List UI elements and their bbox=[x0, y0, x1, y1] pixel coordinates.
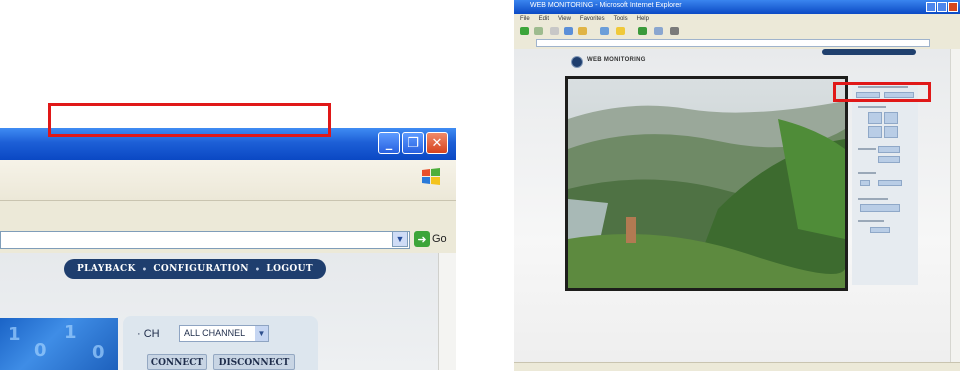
window-controls bbox=[926, 2, 958, 12]
windows-logo-icon bbox=[422, 168, 440, 185]
control-button[interactable] bbox=[860, 204, 900, 212]
window-title-bar: WEB MONITORING - Microsoft Internet Expl… bbox=[514, 0, 960, 14]
highlight-box-navigation bbox=[48, 103, 331, 137]
panel-line bbox=[858, 220, 884, 222]
nav-separator: • bbox=[141, 264, 148, 274]
forward-icon[interactable] bbox=[534, 27, 543, 35]
video-preview: 1 0 1 0 bbox=[0, 318, 118, 370]
logo-icon bbox=[571, 56, 583, 68]
restore-button[interactable] bbox=[937, 2, 947, 12]
print-icon[interactable] bbox=[670, 27, 679, 35]
menu-view[interactable]: View bbox=[558, 14, 571, 24]
restore-button[interactable]: ❐ bbox=[402, 132, 424, 154]
window-title: WEB MONITORING - Microsoft Internet Expl… bbox=[530, 2, 682, 9]
menu-help[interactable]: Help bbox=[637, 14, 649, 24]
video-digit: 1 bbox=[64, 322, 77, 343]
top-navigation: PLAYBACK • CONFIGURATION • LOGOUT bbox=[64, 259, 326, 279]
menu-file[interactable]: File bbox=[520, 14, 530, 24]
address-input[interactable] bbox=[0, 231, 410, 249]
control-button[interactable] bbox=[878, 156, 900, 163]
nav-playback[interactable]: PLAYBACK bbox=[77, 264, 136, 274]
panel-line bbox=[858, 148, 876, 150]
toolbar bbox=[514, 24, 960, 39]
control-button[interactable] bbox=[860, 180, 870, 186]
address-bar-row: ▼ ➜ Go bbox=[0, 229, 456, 253]
control-button[interactable] bbox=[878, 180, 902, 186]
menu-bar bbox=[0, 160, 456, 201]
nav-separator: • bbox=[254, 264, 261, 274]
control-side-panel bbox=[852, 80, 918, 285]
close-button[interactable] bbox=[948, 2, 958, 12]
chevron-down-icon[interactable]: ▼ bbox=[255, 326, 268, 341]
disconnect-button[interactable]: DISCONNECT bbox=[213, 354, 295, 370]
control-button[interactable] bbox=[878, 146, 900, 153]
highlight-box-connect bbox=[833, 82, 931, 102]
video-digit: 0 bbox=[34, 340, 47, 361]
ptz-pad[interactable] bbox=[868, 126, 882, 138]
menu-tools[interactable]: Tools bbox=[614, 14, 628, 24]
nav-logout[interactable]: LOGOUT bbox=[266, 264, 313, 274]
go-button[interactable]: ➜ Go bbox=[414, 231, 447, 247]
control-button[interactable] bbox=[870, 227, 890, 233]
channel-control-panel: · CH ALL CHANNEL ▼ CONNECT DISCONNECT bbox=[123, 316, 318, 370]
home-icon[interactable] bbox=[578, 27, 587, 35]
ptz-pad[interactable] bbox=[868, 112, 882, 124]
video-digit: 0 bbox=[92, 342, 105, 363]
menu-edit[interactable]: Edit bbox=[539, 14, 549, 24]
channel-label: · CH bbox=[137, 328, 160, 340]
favorites-icon[interactable] bbox=[616, 27, 625, 35]
menu-bar: File Edit View Favorites Tools Help bbox=[514, 14, 960, 24]
ptz-pad[interactable] bbox=[884, 112, 898, 124]
panel-line bbox=[858, 106, 886, 108]
scrollbar[interactable] bbox=[950, 49, 960, 370]
panel-line bbox=[858, 172, 876, 174]
panel-line bbox=[858, 198, 888, 200]
video-digit: 1 bbox=[8, 324, 21, 345]
scrollbar[interactable] bbox=[438, 253, 456, 370]
stop-icon[interactable] bbox=[550, 27, 559, 35]
zoomed-browser-crop: _ ❐ ✕ ▼ ➜ Go PLAYBACK • CONFIGURATION • … bbox=[0, 128, 456, 370]
search-icon[interactable] bbox=[600, 27, 609, 35]
menu-favorites[interactable]: Favorites bbox=[580, 14, 605, 24]
address-bar-row bbox=[514, 38, 960, 49]
close-button[interactable]: ✕ bbox=[426, 132, 448, 154]
history-icon[interactable] bbox=[638, 27, 647, 35]
chevron-down-icon[interactable]: ▼ bbox=[392, 231, 408, 247]
toolbar bbox=[0, 201, 456, 230]
go-arrow-icon: ➜ bbox=[414, 231, 430, 247]
window-controls: _ ❐ ✕ bbox=[378, 132, 448, 154]
live-video-view bbox=[565, 76, 848, 291]
back-icon[interactable] bbox=[520, 27, 529, 35]
top-navigation[interactable] bbox=[822, 49, 916, 55]
minimize-button[interactable]: _ bbox=[378, 132, 400, 154]
nav-configuration[interactable]: CONFIGURATION bbox=[153, 264, 249, 274]
minimize-button[interactable] bbox=[926, 2, 936, 12]
go-label: Go bbox=[432, 233, 447, 245]
refresh-icon[interactable] bbox=[564, 27, 573, 35]
landscape-video-frame bbox=[568, 79, 845, 288]
ptz-pad[interactable] bbox=[884, 126, 898, 138]
connect-button[interactable]: CONNECT bbox=[147, 354, 207, 370]
address-input[interactable] bbox=[536, 39, 930, 47]
mail-icon[interactable] bbox=[654, 27, 663, 35]
logo-text: WEB MONITORING bbox=[587, 57, 646, 63]
